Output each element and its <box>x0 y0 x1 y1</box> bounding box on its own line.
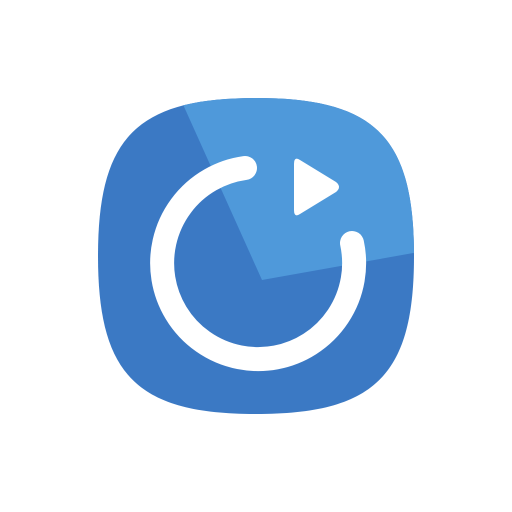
icon-canvas <box>0 0 512 512</box>
replay-icon <box>98 98 414 414</box>
